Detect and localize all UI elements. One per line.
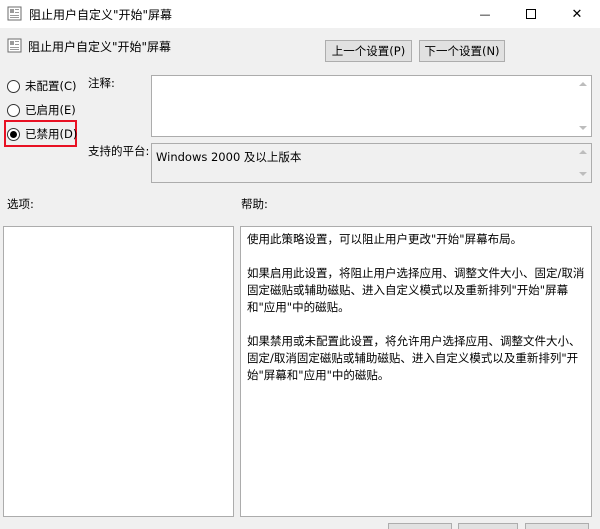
- radio-enabled[interactable]: 已启用(E): [7, 101, 76, 119]
- comment-scrollbar[interactable]: [575, 76, 591, 136]
- policy-name: 阻止用户自定义"开始"屏幕: [28, 40, 172, 54]
- next-setting-button[interactable]: 下一个设置(N): [419, 40, 505, 62]
- platform-scrollbar[interactable]: [575, 144, 591, 182]
- radio-label: 已启用(E): [25, 103, 76, 117]
- scroll-down-icon[interactable]: [579, 172, 587, 176]
- help-label: 帮助:: [241, 197, 268, 211]
- radio-button[interactable]: [7, 103, 20, 117]
- comment-textarea[interactable]: [151, 75, 592, 137]
- close-icon: ✕: [571, 6, 583, 22]
- options-panel: [3, 226, 234, 517]
- maximize-button[interactable]: [508, 0, 554, 28]
- scroll-up-icon[interactable]: [579, 150, 587, 154]
- previous-setting-button[interactable]: 上一个设置(P): [325, 40, 412, 62]
- maximize-icon: [526, 9, 536, 19]
- cancel-button[interactable]: [458, 523, 518, 529]
- comment-label: 注释:: [88, 76, 115, 90]
- radio-label: 已禁用(D): [25, 127, 78, 141]
- policy-icon: [7, 6, 22, 21]
- radio-label: 未配置(C): [25, 79, 77, 93]
- radio-disabled[interactable]: 已禁用(D): [7, 125, 77, 143]
- window-title: 阻止用户自定义"开始"屏幕: [29, 8, 173, 22]
- scroll-down-icon[interactable]: [579, 126, 587, 130]
- radio-not-configured[interactable]: 未配置(C): [7, 77, 77, 95]
- close-button[interactable]: ✕: [554, 0, 600, 28]
- help-paragraph-2: 如果启用此设置，将阻止用户选择应用、调整文件大小、固定/取消固定磁贴或辅助磁贴、…: [247, 266, 585, 314]
- platform-field: Windows 2000 及以上版本: [151, 143, 592, 183]
- platform-value: Windows 2000 及以上版本: [156, 150, 302, 164]
- policy-header-icon: [7, 38, 22, 53]
- help-panel: 使用此策略设置，可以阻止用户更改"开始"屏幕布局。 如果启用此设置，将阻止用户选…: [240, 226, 592, 517]
- apply-button[interactable]: [525, 523, 589, 529]
- minimize-icon: —: [479, 7, 491, 21]
- platform-label: 支持的平台:: [88, 144, 150, 158]
- minimize-button[interactable]: —: [462, 0, 508, 28]
- ok-button[interactable]: [388, 523, 452, 529]
- radio-button-selected[interactable]: [7, 127, 20, 141]
- help-paragraph-3: 如果禁用或未配置此设置，将允许用户选择应用、调整文件大小、固定/取消固定磁贴或辅…: [247, 334, 581, 382]
- scroll-up-icon[interactable]: [579, 82, 587, 86]
- help-paragraph-1: 使用此策略设置，可以阻止用户更改"开始"屏幕布局。: [247, 232, 523, 246]
- radio-button[interactable]: [7, 79, 20, 93]
- options-label: 选项:: [7, 197, 34, 211]
